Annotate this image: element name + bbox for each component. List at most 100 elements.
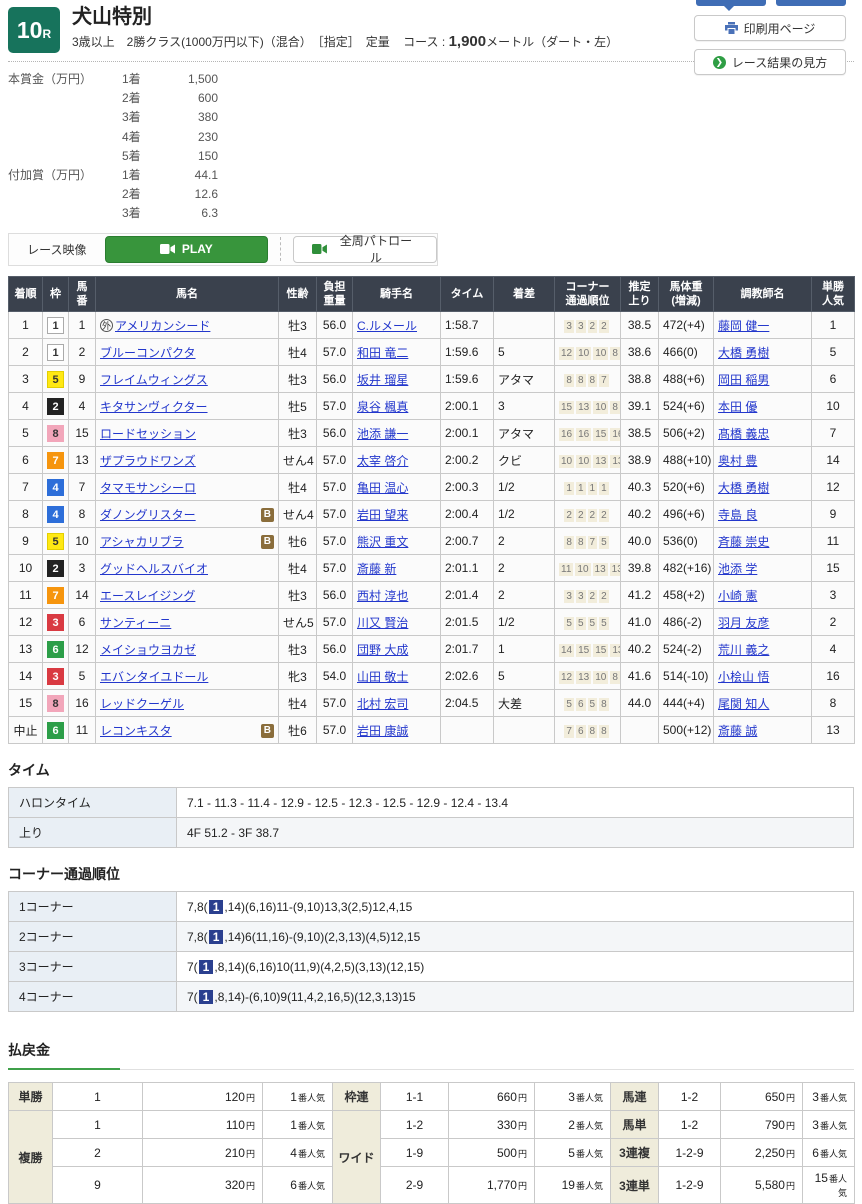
corner-row-value: 7,8(1,14)6(11,16)-(9,10)(2,3,13)(4,5)12,…	[177, 922, 854, 952]
corner-position-number: 13	[593, 455, 608, 468]
jockey-link[interactable]: 岩田 康誠	[357, 724, 408, 738]
highlighted-horse-number: 1	[209, 930, 224, 944]
result-row: 11714エースレイジング牡356.0西村 淳也2:01.42332241.24…	[9, 582, 855, 609]
yen-suffix: 円	[786, 1093, 795, 1103]
horse-name-cell: ザプラウドワンズ	[96, 447, 279, 474]
payout-popularity: 2番人気	[535, 1111, 611, 1139]
results-column-header: タイム	[441, 276, 494, 312]
time-section-title: タイム	[8, 760, 854, 780]
race-video-label: レース映像	[9, 241, 105, 258]
horse-name-link[interactable]: キタサンヴィクター	[100, 400, 208, 414]
jockey-link[interactable]: 亀田 温心	[357, 481, 408, 495]
corner-position-number: 14	[559, 644, 574, 657]
corner-position-number: 3	[576, 590, 586, 603]
trainer-link[interactable]: 本田 優	[718, 400, 757, 414]
trainer-link[interactable]: 小桧山 悟	[718, 670, 769, 684]
trainer-link[interactable]: 岡田 稲男	[718, 373, 769, 387]
corner-positions: 11101313	[555, 555, 621, 582]
carried-weight: 57.0	[317, 690, 353, 717]
result-guide-button[interactable]: ❯ レース結果の見方	[694, 49, 846, 75]
print-page-button[interactable]: 印刷用ページ	[694, 15, 846, 41]
trainer-link[interactable]: 斉藤 崇史	[718, 535, 769, 549]
horse-name-link[interactable]: ロードセッション	[100, 427, 196, 441]
results-column-header: コーナー通過順位	[555, 276, 621, 312]
jockey-cell: 斎藤 新	[353, 555, 441, 582]
trainer-link[interactable]: 奥村 豊	[718, 454, 757, 468]
trainer-link[interactable]: 尾関 知人	[718, 697, 769, 711]
payout-popularity: 5番人気	[535, 1139, 611, 1167]
frame-cell: 1	[43, 339, 69, 366]
corner-position-number: 13	[593, 563, 608, 576]
jockey-link[interactable]: 岩田 望来	[357, 508, 408, 522]
trainer-link[interactable]: 荒川 義之	[718, 643, 769, 657]
jockey-link[interactable]: 泉谷 楓真	[357, 400, 408, 414]
trainer-cell: 斉藤 崇史	[714, 528, 812, 555]
jockey-link[interactable]: 池添 謙一	[357, 427, 408, 441]
horse-name-link[interactable]: ダノングリスター	[100, 508, 196, 522]
prize-amount: 1,500	[154, 70, 218, 89]
corner-position-number: 15	[593, 644, 608, 657]
corner-row: 4コーナー7(1,8,14)-(6,10)9(11,4,2,16,5)(12,3…	[9, 982, 854, 1012]
jockey-link[interactable]: 斎藤 新	[357, 562, 396, 576]
horse-name-link[interactable]: ザプラウドワンズ	[100, 454, 196, 468]
horse-name-link[interactable]: メイショウヨカゼ	[100, 643, 196, 657]
jockey-link[interactable]: 太宰 啓介	[357, 454, 408, 468]
payout-combination: 1-2-9	[659, 1167, 721, 1204]
trainer-link[interactable]: 大橋 勇樹	[718, 346, 769, 360]
horse-weight: 488(+10)	[659, 447, 714, 474]
jockey-link[interactable]: 川又 賢治	[357, 616, 408, 630]
trainer-link[interactable]: 斎藤 誠	[718, 724, 757, 738]
payout-popularity: 4番人気	[263, 1139, 333, 1167]
jockey-link[interactable]: 坂井 瑠星	[357, 373, 408, 387]
payout-row: 9320円6番人気2-91,770円19番人気3連単1-2-95,580円15番…	[9, 1167, 855, 1204]
trainer-link[interactable]: 池添 学	[718, 562, 757, 576]
horse-name-cell: キタサンヴィクター	[96, 393, 279, 420]
jockey-link[interactable]: C.ルメール	[357, 319, 417, 333]
payout-popularity: 6番人気	[263, 1167, 333, 1204]
payout-row: 複勝1110円1番人気ワイド1-2330円2番人気馬単1-2790円3番人気	[9, 1111, 855, 1139]
finish-position: 中止	[9, 717, 43, 744]
horse-name-link[interactable]: エースレイジング	[100, 589, 195, 603]
patrol-video-button[interactable]: 全周パトロール	[293, 236, 437, 263]
trainer-link[interactable]: 小崎 憲	[718, 589, 757, 603]
frame-cell: 3	[43, 609, 69, 636]
trainer-link[interactable]: 羽月 友彦	[718, 616, 769, 630]
time-row-value: 7.1 - 11.3 - 11.4 - 12.9 - 12.5 - 12.3 -…	[177, 788, 854, 818]
horse-name-link[interactable]: アメリカンシード	[115, 319, 210, 333]
corner-position-number: 2	[588, 509, 598, 522]
horse-name-link[interactable]: ブルーコンパクタ	[100, 346, 196, 360]
trainer-cell: 髙橋 義忠	[714, 420, 812, 447]
finish-time: 1:59.6	[441, 366, 494, 393]
horse-name-link[interactable]: エバンタイユドール	[100, 670, 208, 684]
finish-position: 3	[9, 366, 43, 393]
trainer-cell: 大橋 勇樹	[714, 474, 812, 501]
horse-name-link[interactable]: レッドクーゲル	[100, 697, 184, 711]
trainer-link[interactable]: 髙橋 義忠	[718, 427, 769, 441]
jockey-link[interactable]: 熊沢 重文	[357, 535, 408, 549]
jockey-cell: 山田 敬士	[353, 663, 441, 690]
jockey-link[interactable]: 和田 竜二	[357, 346, 408, 360]
horse-name-link[interactable]: グッドヘルスバイオ	[100, 562, 208, 576]
corner-position-number: 13	[610, 563, 621, 576]
jockey-link[interactable]: 北村 宏司	[357, 697, 408, 711]
jockey-link[interactable]: 団野 大成	[357, 643, 408, 657]
trainer-link[interactable]: 大橋 勇樹	[718, 481, 769, 495]
horse-name-link[interactable]: フレイムウィングス	[100, 373, 208, 387]
trainer-link[interactable]: 藤岡 健一	[718, 319, 769, 333]
horse-name-link[interactable]: サンティーニ	[100, 616, 171, 630]
trainer-link[interactable]: 寺島 良	[718, 508, 757, 522]
cutoff-button-right[interactable]	[776, 0, 846, 6]
sex-age: 牡3	[279, 582, 317, 609]
blinker-badge: B	[261, 535, 274, 549]
jockey-link[interactable]: 山田 敬士	[357, 670, 408, 684]
jockey-link[interactable]: 西村 淳也	[357, 589, 408, 603]
horse-name-link[interactable]: レコンキスタ	[100, 724, 172, 738]
race-video-play-button[interactable]: PLAY	[105, 236, 268, 263]
horse-name-link[interactable]: タマモサンシーロ	[100, 481, 196, 495]
carried-weight: 54.0	[317, 663, 353, 690]
time-table: ハロンタイム7.1 - 11.3 - 11.4 - 12.9 - 12.5 - …	[8, 787, 854, 848]
payout-amount: 500円	[449, 1139, 535, 1167]
horse-name-link[interactable]: アシャカリブラ	[100, 535, 184, 549]
race-result-page: 10R 犬山特別 3歳以上 2勝クラス(1000万円以下)（混合） ［指定］ 定…	[0, 0, 862, 1204]
horse-weight: 500(+12)	[659, 717, 714, 744]
